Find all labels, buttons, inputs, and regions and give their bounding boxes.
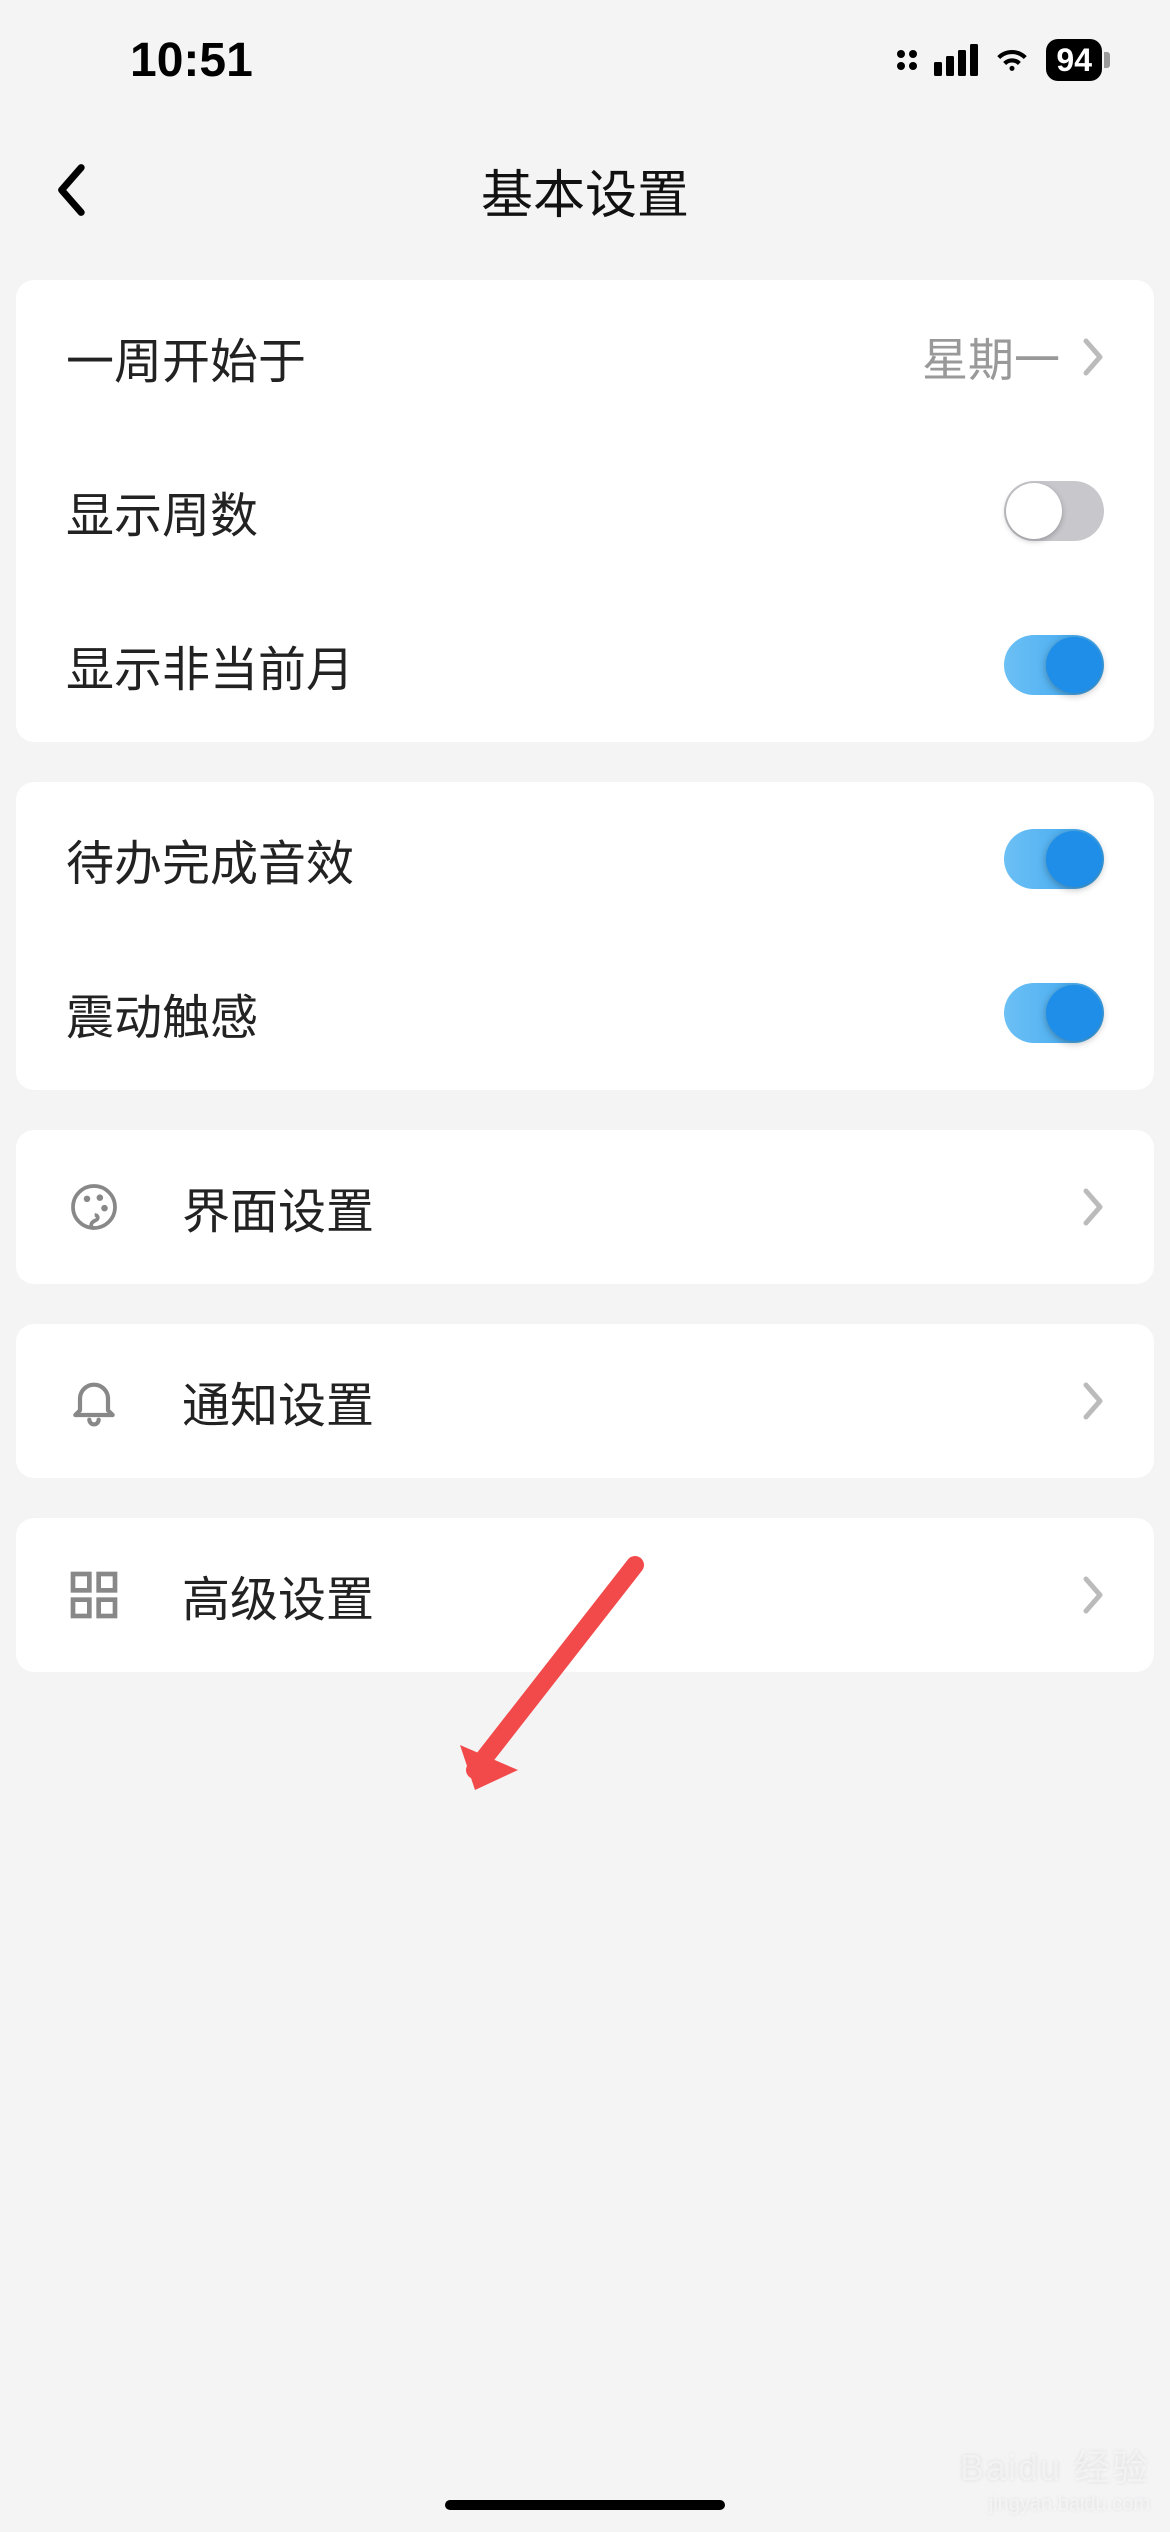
show-week-number-label: 显示周数	[66, 476, 1004, 546]
row-haptic: 震动触感	[16, 936, 1154, 1090]
nav-header: 基本设置	[0, 120, 1170, 280]
todo-sound-label: 待办完成音效	[66, 824, 1004, 894]
week-start-value: 星期一	[922, 324, 1060, 390]
grid-icon	[66, 1567, 122, 1623]
show-week-number-toggle[interactable]	[1004, 481, 1104, 541]
show-non-current-month-toggle[interactable]	[1004, 635, 1104, 695]
row-show-non-current-month: 显示非当前月	[16, 588, 1154, 742]
row-show-week-number: 显示周数	[16, 434, 1154, 588]
advanced-settings-label: 高级设置	[182, 1560, 1080, 1630]
link-notification-settings[interactable]: 通知设置	[16, 1324, 1154, 1478]
chevron-right-icon	[1080, 1575, 1104, 1615]
row-week-start[interactable]: 一周开始于 星期一	[16, 280, 1154, 434]
battery-indicator: 94	[1046, 39, 1110, 81]
settings-group-calendar: 一周开始于 星期一 显示周数 显示非当前月	[16, 280, 1154, 742]
status-bar: 10:51 94	[0, 0, 1170, 120]
chevron-right-icon	[1080, 337, 1104, 377]
cellular-signal-icon	[934, 44, 978, 76]
row-todo-sound: 待办完成音效	[16, 782, 1154, 936]
status-indicators: 94	[897, 39, 1110, 81]
palette-icon	[66, 1179, 122, 1235]
chevron-right-icon	[1080, 1187, 1104, 1227]
page-title: 基本设置	[40, 153, 1130, 228]
link-ui-settings[interactable]: 界面设置	[16, 1130, 1154, 1284]
watermark-main: Baidu 经验	[960, 2439, 1150, 2491]
haptic-label: 震动触感	[66, 978, 1004, 1048]
wifi-icon	[992, 40, 1032, 80]
link-advanced-settings[interactable]: 高级设置	[16, 1518, 1154, 1672]
week-start-label: 一周开始于	[66, 322, 922, 392]
home-indicator[interactable]	[445, 2500, 725, 2510]
ui-settings-label: 界面设置	[182, 1172, 1080, 1242]
back-button[interactable]	[40, 160, 100, 220]
battery-level: 94	[1046, 39, 1102, 81]
settings-group-feedback: 待办完成音效 震动触感	[16, 782, 1154, 1090]
cellular-dots-icon	[897, 50, 917, 70]
watermark-sub: jingyan.baidu.com	[989, 2493, 1150, 2516]
show-non-current-month-label: 显示非当前月	[66, 630, 1004, 700]
notification-settings-label: 通知设置	[182, 1366, 1080, 1436]
todo-sound-toggle[interactable]	[1004, 829, 1104, 889]
status-time: 10:51	[130, 33, 253, 88]
watermark: Baidu 经验 jingyan.baidu.com	[960, 2439, 1150, 2516]
haptic-toggle[interactable]	[1004, 983, 1104, 1043]
chevron-right-icon	[1080, 1381, 1104, 1421]
bell-icon	[66, 1373, 122, 1429]
